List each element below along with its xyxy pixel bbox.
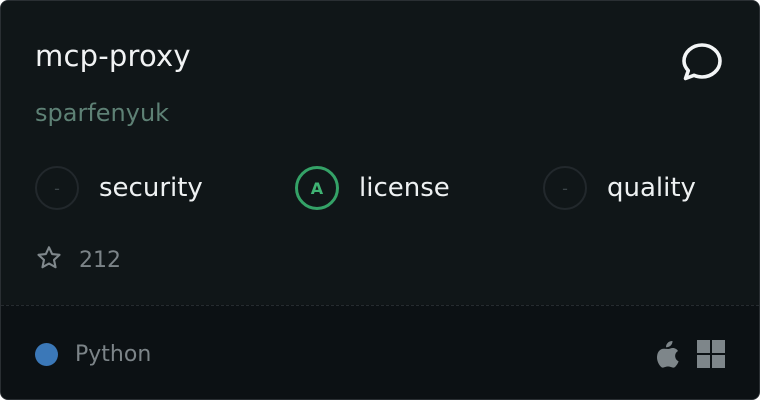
- license-grade-badge: A: [295, 166, 339, 210]
- stars[interactable]: 212: [35, 245, 121, 275]
- language: Python: [35, 338, 151, 370]
- platform-icons: [655, 338, 725, 370]
- chat-icon[interactable]: [677, 37, 727, 87]
- apple-icon: [655, 339, 681, 369]
- stars-count: 212: [79, 247, 121, 273]
- quality-grade-badge: -: [543, 166, 587, 210]
- license-label: license: [359, 173, 450, 203]
- license-score[interactable]: A license: [295, 164, 450, 212]
- quality-score[interactable]: - quality: [543, 164, 696, 212]
- card-body: mcp-proxy sparfenyuk - security A licens…: [1, 1, 759, 304]
- language-color-dot: [35, 342, 58, 366]
- windows-icon: [697, 340, 725, 368]
- star-icon: [35, 244, 63, 276]
- card-footer: Python: [1, 305, 759, 399]
- security-label: security: [99, 173, 203, 203]
- security-grade-badge: -: [35, 166, 79, 210]
- security-score[interactable]: - security: [35, 164, 203, 212]
- language-name: Python: [75, 341, 152, 367]
- server-card[interactable]: mcp-proxy sparfenyuk - security A licens…: [0, 0, 760, 400]
- quality-label: quality: [607, 173, 696, 203]
- server-author[interactable]: sparfenyuk: [35, 99, 169, 127]
- server-name[interactable]: mcp-proxy: [35, 39, 191, 73]
